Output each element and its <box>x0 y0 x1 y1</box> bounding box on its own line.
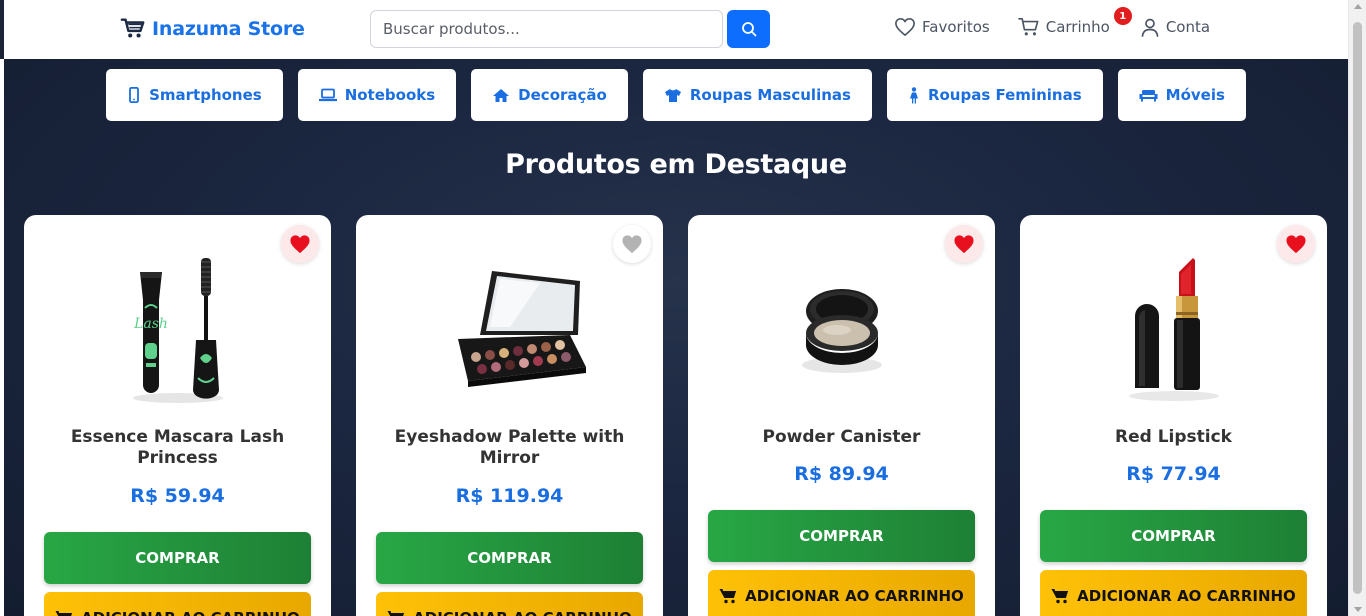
add-to-cart-button[interactable]: ADICIONAR AO CARRINHO <box>708 570 975 616</box>
scrollbar-thumb[interactable] <box>1353 22 1362 594</box>
account-label: Conta <box>1165 18 1211 36</box>
smartphone-icon <box>129 87 139 103</box>
cart-filled-icon <box>719 589 737 604</box>
category-label: Roupas Masculinas <box>689 86 851 104</box>
product-grid: Lash Essence Mascara Lash Princess R$ 59… <box>24 215 1327 616</box>
product-card[interactable]: Powder Canister R$ 89.94 COMPRAR ADICION… <box>688 215 995 616</box>
product-image[interactable] <box>688 243 995 413</box>
product-card[interactable]: Lash Essence Mascara Lash Princess R$ 59… <box>24 215 331 616</box>
add-to-cart-label: ADICIONAR AO CARRINHO <box>81 609 300 616</box>
category-roupas-femininas[interactable]: Roupas Femininas <box>886 69 1103 121</box>
cart-label: Carrinho <box>1045 18 1110 36</box>
cart-outline-icon <box>1017 18 1039 36</box>
category-decoracao[interactable]: Decoração <box>471 69 628 121</box>
category-roupas-masculinas[interactable]: Roupas Masculinas <box>642 69 872 121</box>
cart-filled-icon <box>55 611 73 616</box>
product-name[interactable]: Red Lipstick <box>1040 427 1307 448</box>
add-to-cart-button[interactable]: ADICIONAR AO CARRINHO <box>1040 570 1307 616</box>
buy-button[interactable]: COMPRAR <box>708 510 975 562</box>
search-input[interactable] <box>370 10 723 48</box>
eyeshadow-palette-image <box>457 271 586 387</box>
category-label: Móveis <box>1165 86 1225 104</box>
category-label: Roupas Femininas <box>927 86 1082 104</box>
page-scrollbar[interactable] <box>1348 0 1366 616</box>
category-label: Notebooks <box>344 86 436 104</box>
add-to-cart-label: ADICIONAR AO CARRINHO <box>1077 587 1296 605</box>
account-link[interactable]: Conta <box>1140 17 1210 37</box>
store-logo[interactable]: Inazuma Store <box>120 16 305 42</box>
cart-link[interactable]: Carrinho 1 <box>1017 7 1132 37</box>
product-price: R$ 77.94 <box>1126 463 1221 485</box>
female-icon <box>909 86 918 103</box>
product-price: R$ 89.94 <box>794 463 889 485</box>
svg-text:Lash: Lash <box>133 316 168 332</box>
product-image[interactable]: Lash <box>24 243 331 413</box>
product-name[interactable]: Powder Canister <box>708 427 975 448</box>
cart-filled-icon <box>387 611 405 616</box>
buy-button[interactable]: COMPRAR <box>44 532 311 584</box>
scroll-up-arrow-icon[interactable] <box>1354 4 1362 9</box>
top-header: Inazuma Store Favoritos Carrinho 1 <box>0 0 1348 59</box>
cart-count-badge: 1 <box>1113 7 1132 25</box>
laptop-icon <box>318 88 337 102</box>
user-icon <box>1141 18 1159 37</box>
product-card[interactable]: Eyeshadow Palette with Mirror R$ 119.94 … <box>356 215 663 616</box>
couch-icon <box>1139 89 1158 101</box>
product-image[interactable] <box>1020 243 1327 413</box>
category-label: Decoração <box>518 86 607 104</box>
favorites-link[interactable]: Favoritos <box>894 17 990 37</box>
red-lipstick-image <box>1128 258 1219 401</box>
category-smartphones[interactable]: Smartphones <box>106 69 283 121</box>
product-price: R$ 59.94 <box>130 485 225 507</box>
favorites-label: Favoritos <box>922 18 990 36</box>
shopping-cart-logo-icon <box>120 18 145 38</box>
heart-outline-icon <box>895 18 915 36</box>
powder-canister-image <box>801 289 882 373</box>
search-bar <box>370 10 770 48</box>
product-price: R$ 119.94 <box>455 485 564 507</box>
header-nav: Favoritos Carrinho 1 Conta <box>894 7 1210 37</box>
category-label: Smartphones <box>149 86 262 104</box>
add-to-cart-button[interactable]: ADICIONAR AO CARRINHO <box>44 592 311 616</box>
search-button[interactable] <box>727 10 770 48</box>
home-icon <box>493 88 510 102</box>
tshirt-icon <box>664 88 681 102</box>
category-moveis[interactable]: Móveis <box>1117 69 1246 121</box>
mascara-image: Lash <box>132 258 223 403</box>
cart-filled-icon <box>1051 589 1069 604</box>
search-icon <box>741 22 756 37</box>
store-name: Inazuma Store <box>152 18 305 40</box>
section-title: Produtos em Destaque <box>505 149 847 180</box>
buy-button[interactable]: COMPRAR <box>1040 510 1307 562</box>
main-content: Smartphones Notebooks Decoração Roupas M… <box>4 59 1348 616</box>
product-card[interactable]: Red Lipstick R$ 77.94 COMPRAR ADICIONAR … <box>1020 215 1327 616</box>
category-notebooks[interactable]: Notebooks <box>297 69 457 121</box>
product-name[interactable]: Essence Mascara Lash Princess <box>44 427 311 469</box>
scroll-down-arrow-icon[interactable] <box>1354 607 1362 612</box>
product-name[interactable]: Eyeshadow Palette with Mirror <box>376 427 643 469</box>
buy-button[interactable]: COMPRAR <box>376 532 643 584</box>
add-to-cart-label: ADICIONAR AO CARRINHO <box>745 587 964 605</box>
product-image[interactable] <box>356 243 663 413</box>
add-to-cart-button[interactable]: ADICIONAR AO CARRINHO <box>376 592 643 616</box>
add-to-cart-label: ADICIONAR AO CARRINHO <box>413 609 632 616</box>
category-bar: Smartphones Notebooks Decoração Roupas M… <box>4 69 1348 121</box>
